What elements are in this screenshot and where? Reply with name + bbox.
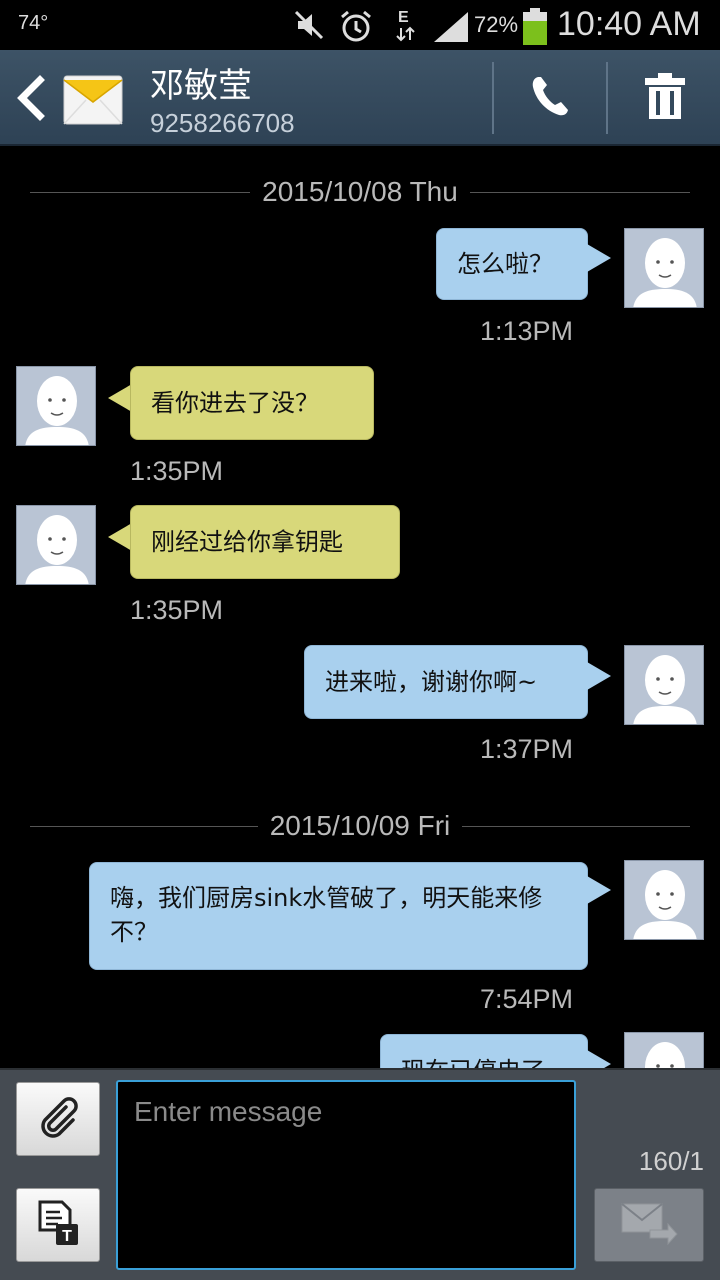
bubble-tail (587, 876, 611, 904)
conversation-header: 邓敏莹 9258266708 (0, 50, 720, 146)
avatar (16, 366, 96, 446)
bubble-tail (108, 523, 132, 551)
contact-name: 邓敏莹 (150, 66, 252, 106)
mute-icon (292, 8, 326, 46)
avatar (624, 860, 704, 940)
svg-text:E: E (398, 9, 409, 26)
temperature-indicator: 74° (18, 12, 49, 34)
bubble-tail (587, 662, 611, 690)
date-separator: 2015/10/09 Fri (30, 806, 690, 846)
message-input[interactable] (116, 1080, 576, 1270)
battery-percent: 72% (474, 12, 519, 37)
message-list[interactable]: 2015/10/08 Thu 怎么啦？ 1:13PM 看你进去了没？ 1:35P… (0, 148, 720, 1068)
status-bar: 74° E 72% 10:40 AM (0, 0, 720, 50)
message-time: 1:35PM (130, 456, 224, 486)
call-button[interactable] (496, 50, 604, 146)
svg-text:T: T (62, 1228, 72, 1245)
message-time: 1:35PM (130, 595, 224, 625)
alarm-icon (338, 8, 374, 48)
trash-icon (645, 73, 685, 123)
date-separator: 2015/10/08 Thu (30, 172, 690, 212)
message-bubble-incoming[interactable]: 刚经过给你拿钥匙 (130, 505, 400, 579)
battery-icon (522, 8, 548, 50)
bubble-tail (587, 244, 611, 272)
character-counter: 160/1 (638, 1146, 704, 1176)
clock: 10:40 AM (557, 5, 701, 43)
send-icon (620, 1200, 678, 1250)
delete-button[interactable] (610, 50, 720, 146)
signal-icon (432, 10, 470, 48)
date-label: 2015/10/09 Fri (257, 810, 463, 841)
message-bubble-outgoing[interactable]: 现在已停电了 (380, 1034, 588, 1068)
attach-button[interactable] (16, 1082, 100, 1156)
message-bubble-outgoing[interactable]: 进来啦，谢谢你啊~ (304, 645, 588, 719)
bubble-tail (108, 384, 132, 412)
message-time: 1:13PM (480, 316, 574, 346)
message-bubble-incoming[interactable]: 看你进去了没？ (130, 366, 374, 440)
avatar (624, 645, 704, 725)
phone-icon (530, 74, 570, 122)
message-time: 7:54PM (480, 984, 574, 1014)
message-bubble-outgoing[interactable]: 嗨，我们厨房sink水管破了，明天能来修不？ (89, 862, 588, 970)
envelope-icon (62, 68, 124, 130)
avatar (624, 228, 704, 308)
bubble-tail (587, 1050, 611, 1068)
back-button[interactable] (12, 72, 48, 124)
date-label: 2015/10/08 Thu (250, 176, 470, 207)
header-divider (606, 62, 608, 134)
message-time: 1:37PM (480, 734, 574, 764)
message-bubble-outgoing[interactable]: 怎么啦？ (436, 228, 588, 300)
avatar (16, 505, 96, 585)
compose-bar: T 160/1 (0, 1068, 720, 1280)
send-button[interactable] (594, 1188, 704, 1262)
template-icon: T (36, 1200, 80, 1250)
back-arrow-icon (12, 75, 48, 128)
header-divider (492, 62, 494, 134)
contact-number: 9258266708 (150, 108, 295, 138)
data-e-icon: E (394, 6, 418, 48)
avatar (624, 1032, 704, 1068)
insert-template-button[interactable]: T (16, 1188, 100, 1262)
paperclip-icon (36, 1095, 80, 1143)
